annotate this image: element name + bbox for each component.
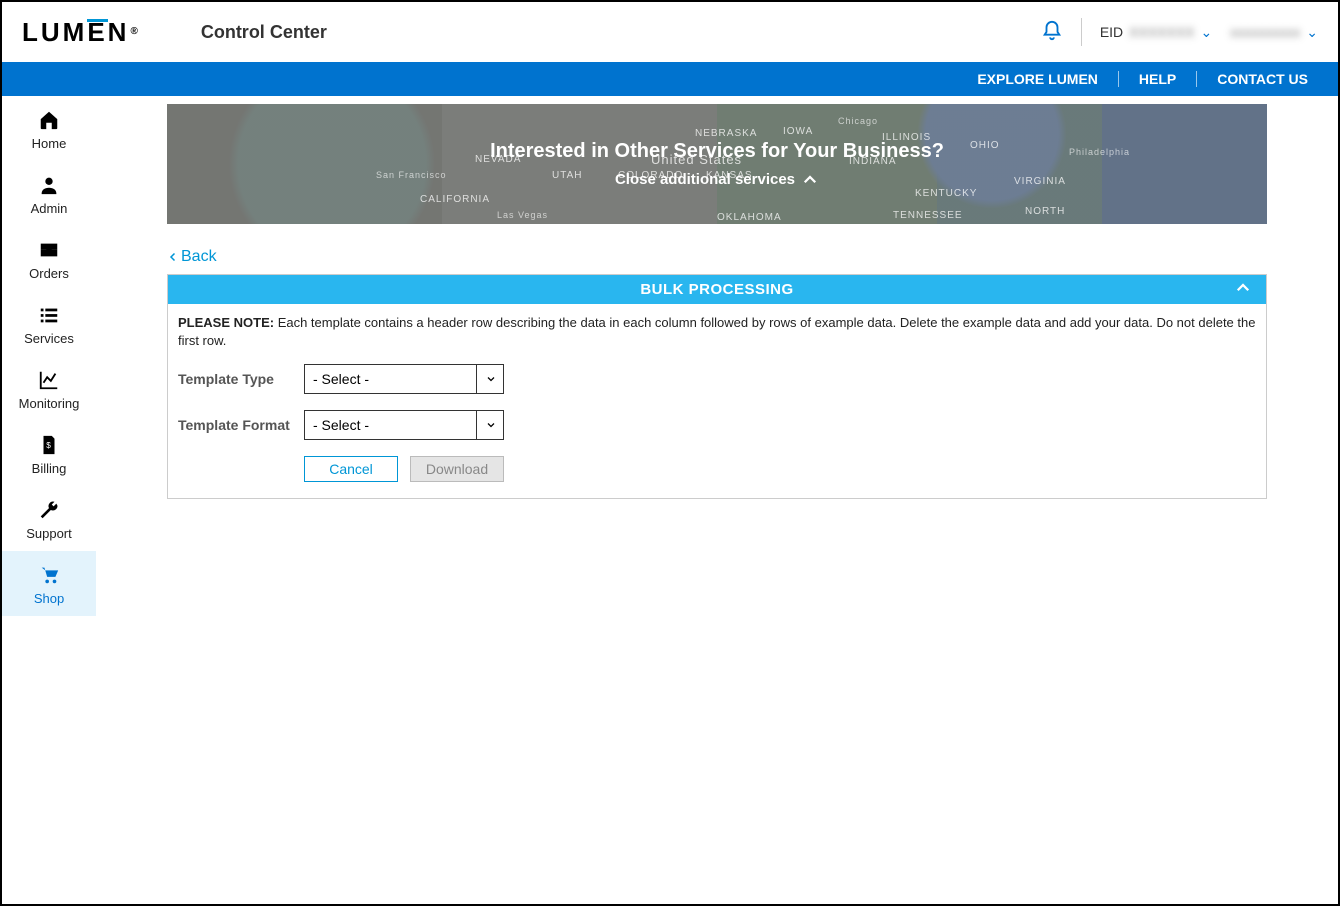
map-label: San Francisco — [376, 170, 447, 180]
chevron-down-icon: ⌄ — [1201, 24, 1213, 41]
sidebar-item-home[interactable]: Home — [2, 96, 96, 161]
topnav-help[interactable]: HELP — [1119, 71, 1197, 87]
chevron-up-icon — [801, 171, 819, 189]
sidebar-item-label: Shop — [6, 591, 92, 606]
map-label: VIRGINIA — [1014, 176, 1066, 187]
download-button: Download — [410, 456, 504, 482]
map-label: NORTH — [1025, 206, 1065, 217]
sidebar-item-label: Services — [6, 331, 92, 346]
map-label: UTAH — [552, 170, 582, 181]
template-type-select[interactable]: - Select - — [304, 364, 504, 394]
sidebar-item-label: Home — [6, 136, 92, 151]
eid-dropdown[interactable]: EID XXXXXXX ⌄ — [1100, 24, 1212, 41]
list-icon — [6, 303, 92, 327]
banner-close-link[interactable]: Close additional services — [615, 171, 819, 189]
panel-collapse-icon[interactable] — [1234, 279, 1252, 301]
user-icon — [6, 173, 92, 197]
chart-icon — [6, 368, 92, 392]
chevron-left-icon — [167, 251, 179, 263]
cancel-button[interactable]: Cancel — [304, 456, 398, 482]
sidebar-item-admin[interactable]: Admin — [2, 161, 96, 226]
map-label: Chicago — [838, 116, 878, 126]
eid-value: XXXXXXX — [1129, 24, 1194, 40]
map-label: KENTUCKY — [915, 188, 977, 199]
notifications-icon[interactable] — [1041, 20, 1063, 45]
map-label: Las Vegas — [497, 210, 548, 220]
top-header: LUMEN® Control Center EID XXXXXXX ⌄ xxxx… — [2, 2, 1338, 62]
note-text: Each template contains a header row desc… — [178, 315, 1255, 348]
inbox-icon — [6, 238, 92, 262]
eid-label: EID — [1100, 24, 1123, 40]
billing-icon: $ — [6, 433, 92, 457]
sidebar-item-support[interactable]: Support — [2, 486, 96, 551]
panel-header: BULK PROCESSING — [168, 275, 1266, 304]
map-label: CALIFORNIA — [420, 194, 490, 205]
map-label: OHIO — [970, 140, 1000, 151]
sidebar-item-label: Support — [6, 526, 92, 541]
sidebar-item-monitoring[interactable]: Monitoring — [2, 356, 96, 421]
main-content: United States NEVADA UTAH COLORADO CALIF… — [96, 96, 1338, 904]
map-label: TENNESSEE — [893, 210, 963, 221]
template-type-row: Template Type - Select - — [178, 364, 1256, 394]
template-format-row: Template Format - Select - — [178, 410, 1256, 440]
lumen-logo: LUMEN® — [22, 17, 141, 48]
back-link[interactable]: Back — [167, 248, 217, 266]
services-banner: United States NEVADA UTAH COLORADO CALIF… — [167, 104, 1267, 224]
template-format-select[interactable]: - Select - — [304, 410, 504, 440]
sidebar-item-services[interactable]: Services — [2, 291, 96, 356]
map-label: IOWA — [783, 126, 813, 137]
sidebar: Home Admin Orders Services Monitoring $ … — [2, 96, 96, 904]
svg-text:$: $ — [46, 441, 51, 450]
panel-body: PLEASE NOTE: Each template contains a he… — [168, 304, 1266, 498]
product-name: Control Center — [201, 22, 327, 43]
divider — [1081, 18, 1082, 46]
map-label: OKLAHOMA — [717, 212, 782, 223]
sidebar-item-shop[interactable]: Shop — [2, 551, 96, 616]
topnav: EXPLORE LUMEN HELP CONTACT US — [2, 62, 1338, 96]
sidebar-item-label: Admin — [6, 201, 92, 216]
topnav-explore[interactable]: EXPLORE LUMEN — [957, 71, 1119, 87]
banner-close-text: Close additional services — [615, 171, 795, 188]
user-dropdown[interactable]: xxxxxxxxxx ⌄ — [1230, 24, 1318, 41]
map-label: NEBRASKA — [695, 128, 757, 139]
sidebar-item-label: Monitoring — [6, 396, 92, 411]
note-strong: PLEASE NOTE: — [178, 315, 274, 330]
template-format-label: Template Format — [178, 417, 304, 433]
back-text: Back — [181, 248, 217, 266]
sidebar-item-orders[interactable]: Orders — [2, 226, 96, 291]
cart-icon — [6, 563, 92, 587]
bulk-processing-panel: BULK PROCESSING PLEASE NOTE: Each templa… — [167, 274, 1267, 499]
home-icon — [6, 108, 92, 132]
wrench-icon — [6, 498, 92, 522]
chevron-down-icon: ⌄ — [1306, 24, 1318, 41]
topnav-contact[interactable]: CONTACT US — [1197, 71, 1308, 87]
panel-note: PLEASE NOTE: Each template contains a he… — [178, 314, 1256, 350]
button-row: Cancel Download — [304, 456, 1256, 482]
panel-title: BULK PROCESSING — [640, 281, 793, 298]
sidebar-item-billing[interactable]: $ Billing — [2, 421, 96, 486]
map-label: Philadelphia — [1069, 147, 1130, 157]
username: xxxxxxxxxx — [1230, 24, 1300, 40]
sidebar-item-label: Billing — [6, 461, 92, 476]
template-type-label: Template Type — [178, 371, 304, 387]
sidebar-item-label: Orders — [6, 266, 92, 281]
banner-title: Interested in Other Services for Your Bu… — [490, 140, 944, 163]
